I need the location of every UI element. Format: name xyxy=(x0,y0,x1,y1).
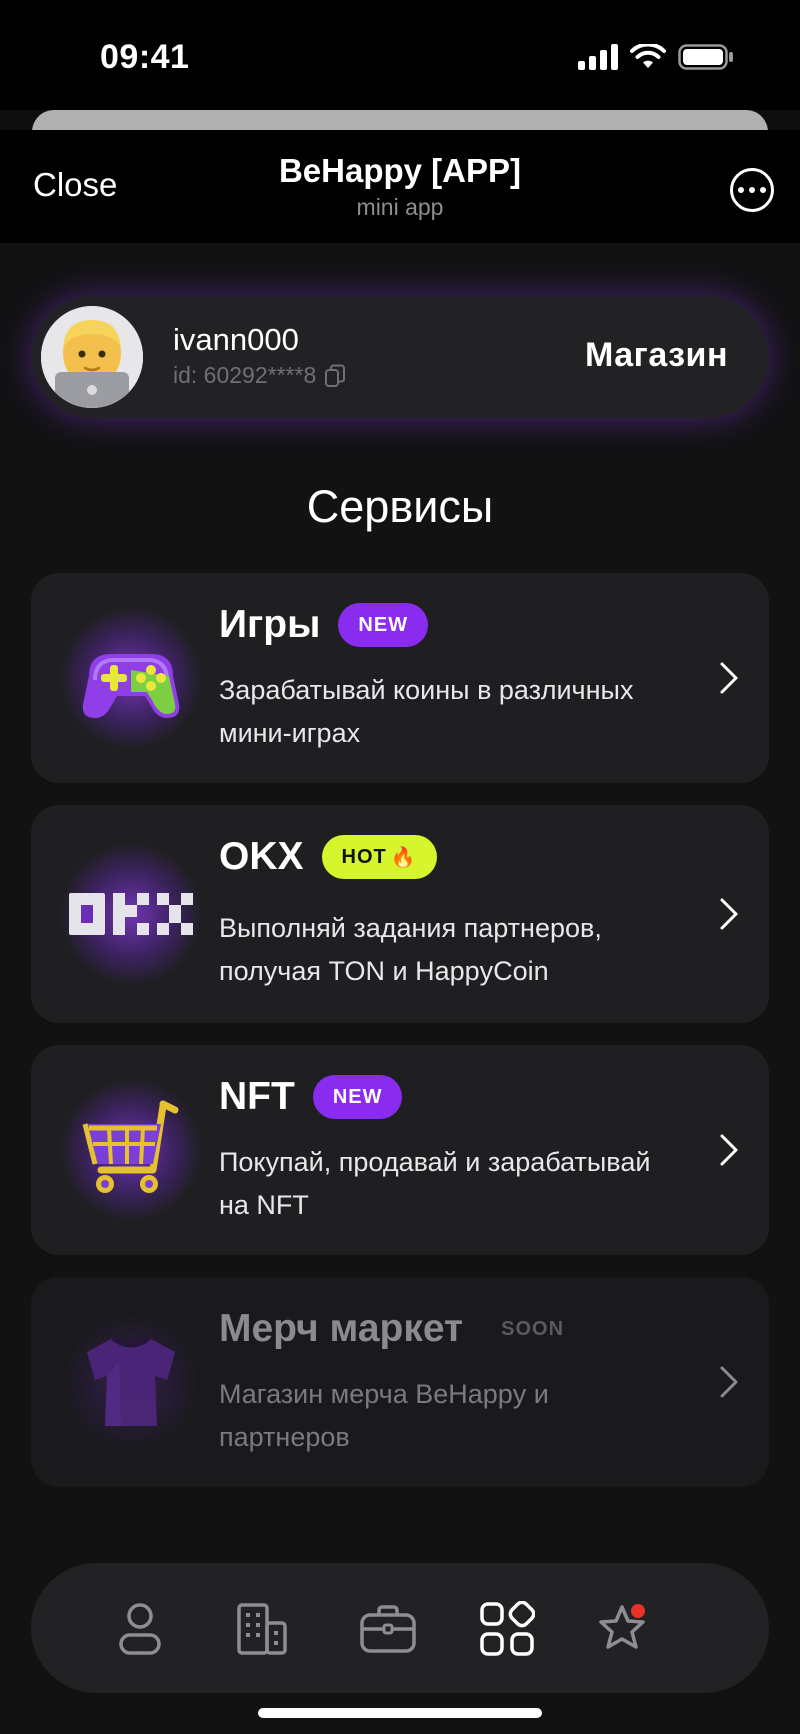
more-options-button[interactable] xyxy=(730,168,774,212)
card-title-row: OKX HOT 🔥 xyxy=(219,835,437,879)
card-description: Выполняй задания партнеров, получая TON … xyxy=(219,913,602,986)
gamepad-icon xyxy=(51,598,211,758)
nav-item-profile[interactable] xyxy=(107,1596,173,1662)
copy-icon[interactable] xyxy=(324,364,346,388)
card-title: Игры xyxy=(219,603,321,646)
profile-icon xyxy=(119,1603,161,1655)
new-badge: NEW xyxy=(338,603,429,647)
app-subtitle: mini app xyxy=(356,194,444,220)
hot-badge-label: HOT xyxy=(341,845,387,868)
star-icon xyxy=(599,1604,645,1649)
card-title-row: NFT NEW xyxy=(219,1075,403,1119)
signal-icon xyxy=(578,44,618,70)
status-icons xyxy=(578,44,734,70)
bottom-nav xyxy=(31,1563,769,1693)
more-dot-icon xyxy=(738,187,744,193)
card-description: Зарабатывай коины в различных мини-играх xyxy=(219,675,634,748)
new-badge: NEW xyxy=(312,1075,403,1119)
user-id-row: id: 60292****8 xyxy=(173,362,346,389)
status-time: 09:41 xyxy=(100,38,190,76)
chevron-right-icon xyxy=(720,1366,738,1398)
tshirt-icon xyxy=(51,1302,211,1462)
card-title-row: Мерч маркет SOON xyxy=(219,1307,564,1351)
shop-button[interactable]: Магазин xyxy=(585,336,728,375)
status-bar: 09:41 xyxy=(0,0,800,110)
battery-icon xyxy=(678,44,733,70)
username: ivann000 xyxy=(173,322,299,357)
notification-dot xyxy=(631,1604,645,1618)
card-title: NFT xyxy=(219,1075,295,1118)
service-card-games[interactable]: Игры NEW Зарабатывай коины в различных м… xyxy=(31,573,769,783)
card-title-row: Игры NEW xyxy=(219,603,429,647)
nav-item-services[interactable] xyxy=(474,1596,540,1662)
buildings-icon xyxy=(237,1603,287,1655)
nav-item-favorites[interactable] xyxy=(591,1596,657,1662)
card-description: Покупай, продавай и зарабатывай на NFT xyxy=(219,1147,651,1220)
apps-grid-icon xyxy=(480,1601,535,1656)
home-indicator xyxy=(258,1708,542,1718)
main-content: ivann000 id: 60292****8 Магазин Сервисы xyxy=(0,243,800,1734)
service-card-okx[interactable]: OKX HOT 🔥 Выполняй задания партнеров, по… xyxy=(31,805,769,1023)
card-title: Мерч маркет xyxy=(219,1307,464,1350)
nav-item-briefcase[interactable] xyxy=(355,1596,421,1662)
chevron-right-icon xyxy=(720,1134,738,1166)
app-header: Close BeHappy [APP] mini app xyxy=(0,130,800,243)
more-dot-icon xyxy=(760,187,766,193)
avatar[interactable] xyxy=(41,306,143,408)
hot-badge: HOT 🔥 xyxy=(321,835,437,879)
shopping-cart-icon xyxy=(51,1070,211,1230)
sheet-handle xyxy=(32,110,768,132)
card-description: Магазин мерча BeHappy и партнеров xyxy=(219,1379,549,1452)
service-card-merch[interactable]: Мерч маркет SOON Магазин мерча BeHappy и… xyxy=(31,1277,769,1487)
card-title: OKX xyxy=(219,835,304,878)
okx-logo xyxy=(51,834,211,994)
service-card-nft[interactable]: NFT NEW Покупай, продавай и зарабатывай … xyxy=(31,1045,769,1255)
user-id: id: 60292****8 xyxy=(173,362,317,388)
more-dot-icon xyxy=(749,187,755,193)
app-title: BeHappy [APP] xyxy=(278,152,522,189)
chevron-right-icon xyxy=(720,898,738,930)
nav-item-buildings[interactable] xyxy=(229,1596,295,1662)
briefcase-icon xyxy=(360,1605,416,1653)
section-title: Сервисы xyxy=(306,481,494,532)
profile-card: ivann000 id: 60292****8 Магазин xyxy=(32,296,768,418)
avatar-emoji-icon xyxy=(41,306,143,408)
fire-icon: 🔥 xyxy=(390,846,417,869)
wifi-icon xyxy=(630,44,666,68)
soon-badge: SOON xyxy=(501,1317,565,1340)
chevron-right-icon xyxy=(720,662,738,694)
